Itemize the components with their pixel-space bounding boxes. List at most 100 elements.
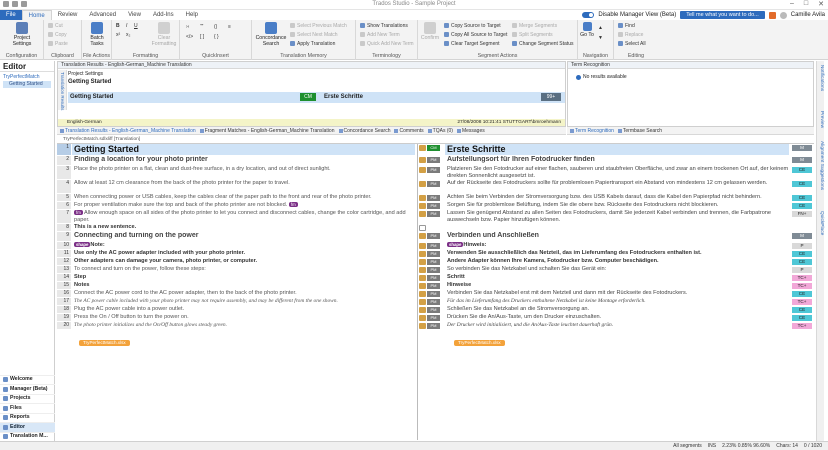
tell-me-search[interactable]: Tell me what you want to do... [680,11,765,19]
quickinsert-brace-icon[interactable]: { } [214,33,219,40]
select-all-button[interactable]: Select All [618,40,646,47]
select-next-match-button[interactable]: Select Next Match [290,31,338,38]
segment-source[interactable]: Place the photo printer on a flat, clean… [72,166,415,179]
clear-formatting-button[interactable]: Clear Formatting [150,22,178,47]
segment-source[interactable]: Plug the AC power cable into a power out… [72,306,415,313]
find-button[interactable]: Find [618,22,635,29]
segment-target[interactable]: Platzieren Sie den Fotodrucker auf einer… [445,166,789,179]
segment-source[interactable]: For proper ventilation make sure the top… [72,202,415,209]
segment-row[interactable]: 10 shape Note: PM shape Hinweis: P [57,242,814,249]
segment-row[interactable]: 8 This is a new sentence. [57,224,814,231]
inline-tag[interactable]: shape [447,242,464,248]
quickinsert-tag-icon[interactable]: </> [186,33,193,40]
close-icon[interactable]: ✕ [818,0,824,8]
translation-results-side-strip[interactable]: Translation Results [58,70,67,110]
view-files[interactable]: Files [0,403,55,413]
tab-home[interactable]: Home [21,10,52,20]
segment-target[interactable]: Achten Sie beim Verbinden der Stromverso… [445,194,789,201]
select-previous-match-button[interactable]: Select Previous Match [290,22,347,29]
add-new-term-button[interactable]: Add New Term [360,31,400,38]
segment-row[interactable]: 2 Finding a location for your photo prin… [57,156,814,165]
notifications-icon[interactable] [768,11,776,19]
segment-row[interactable]: 5 When connecting power or USB cables, k… [57,194,814,201]
document-tab[interactable]: TryPerfectMatch.sdlxliff [Translation] [57,136,257,143]
segment-source[interactable]: Other adapters can damage your camera, p… [72,258,415,265]
segment-source[interactable]: Notes [72,282,415,289]
segment-source[interactable]: fm Allow enough space on all sides of th… [72,210,415,223]
tab-termbase-search[interactable]: Termbase Search [617,128,662,134]
manager-view-toggle[interactable] [582,12,595,18]
segment-row[interactable]: 19 Press the On / Off button to turn the… [57,314,814,321]
insert-mode[interactable]: INS [708,442,716,450]
segment-source[interactable]: Step [72,274,415,281]
quickplace-side-tab[interactable]: QuickPlace [819,211,824,235]
copy-source-to-target-button[interactable]: Copy Source to Target [444,22,501,29]
view-welcome[interactable]: Welcome [0,374,55,385]
tree-item-file[interactable]: TryPerfectMatch [3,74,51,81]
segment-row[interactable]: 15 Notes PM Hinweise TC+ [57,282,814,289]
segment-target[interactable]: Verbinden und Anschließen [445,232,789,241]
segment-target[interactable]: Für das im Lieferumfang des Druckers ent… [445,298,789,305]
segment-source[interactable]: To connect and turn on the power, follow… [72,266,415,273]
segment-source[interactable]: Use only the AC power adapter included w… [72,250,415,257]
copy-all-source-button[interactable]: Copy All Source to Target [444,31,507,38]
segment-target[interactable]: Andere Adapter können Ihre Kamera, Fotod… [445,258,789,265]
segment-source[interactable]: When connecting power or USB cables, kee… [72,194,415,201]
go-to-button[interactable]: Go To [580,22,594,38]
concordance-search-button[interactable]: Concordance Search [254,22,288,47]
segment-target[interactable] [445,224,789,231]
view-translation-memories[interactable]: Translation M... [0,431,55,442]
segment-row[interactable]: 3 Place the photo printer on a flat, cle… [57,166,814,179]
paste-button[interactable]: Paste [48,40,68,47]
segment-source[interactable]: Connect the AC power cord to the AC powe… [72,290,415,297]
user-avatar[interactable] [779,11,787,19]
project-settings-link[interactable]: Project Settings [68,71,103,77]
tree-item-heading[interactable]: Getting Started [3,81,51,88]
segment-target[interactable]: Lassen Sie genügend Abstand zu allen Sei… [445,210,789,223]
segment-target[interactable]: So verbinden Sie das Netzkabel und schal… [445,266,789,273]
tab-advanced[interactable]: Advanced [83,10,122,20]
quick-add-term-button[interactable]: Quick Add New Term [360,40,414,47]
segment-target[interactable]: Schritt [445,274,789,281]
alignment-side-tab[interactable]: Alignment Suggestions [819,141,824,190]
segment-row[interactable]: 17 The AC power cable included with your… [57,298,814,305]
segment-source[interactable]: Finding a location for your photo printe… [72,156,415,165]
tab-help[interactable]: Help [180,10,204,20]
tab-tqas[interactable]: TQAs (0) [427,128,453,134]
source-end-tag[interactable]: TryPerfectMatch.xlsx [79,340,130,346]
minimize-icon[interactable]: – [790,0,794,8]
segment-target[interactable]: Erste Schritte [445,144,789,155]
italic-button[interactable]: I [126,22,127,29]
underline-button[interactable]: U [134,22,138,29]
segment-source[interactable]: This is a new sentence. [72,224,415,231]
segment-target[interactable]: Sorgen Sie für problemlose Belüftung, in… [445,202,789,209]
segment-target[interactable]: Aufstellungsort für Ihren Fotodrucker fi… [445,156,789,165]
quickinsert-paren-icon[interactable]: () [214,23,217,30]
segment-target[interactable]: Schließen Sie das Netzkabel an die Strom… [445,306,789,313]
segment-row[interactable]: 18 Plug the AC power cable into a power … [57,306,814,313]
view-reports[interactable]: Reports [0,412,55,423]
bold-button[interactable]: B [116,22,120,29]
segment-row[interactable]: 1 Getting Started CM Erste Schritte M [57,144,814,155]
batch-tasks-button[interactable]: Batch Tasks [84,22,110,47]
segment-row[interactable]: 9 Connecting and turning on the power PM… [57,232,814,241]
segment-filter[interactable]: All segments [673,442,702,450]
view-projects[interactable]: Projects [0,393,55,404]
apply-translation-button[interactable]: Apply Translation [290,40,335,47]
user-name[interactable]: Camille Avila [791,12,825,18]
tab-review[interactable]: Review [52,10,84,20]
subscript-button[interactable]: x₂ [126,31,130,38]
show-translations-button[interactable]: Show Translations [360,22,408,29]
merge-segments-button[interactable]: Merge Segments [512,22,557,29]
target-end-tag[interactable]: TryPerfectMatch.xlsx [454,340,505,346]
tab-file[interactable]: File [0,10,22,20]
view-manager[interactable]: Manager (Beta) [0,384,55,394]
match-row[interactable]: Getting Started CM Erste Schritte 99+ [68,92,565,103]
tab-messages[interactable]: Messages [456,128,485,134]
view-editor[interactable]: Editor [0,422,55,432]
quickinsert-quote-icon[interactable]: “” [200,23,203,30]
segment-row[interactable]: 14 Step PM Schritt TC+ [57,274,814,281]
inline-tag[interactable]: fm [74,210,83,216]
segment-source[interactable]: Press the On / Off button to turn the po… [72,314,415,321]
segment-source[interactable]: The AC power cable included with your ph… [72,298,415,305]
